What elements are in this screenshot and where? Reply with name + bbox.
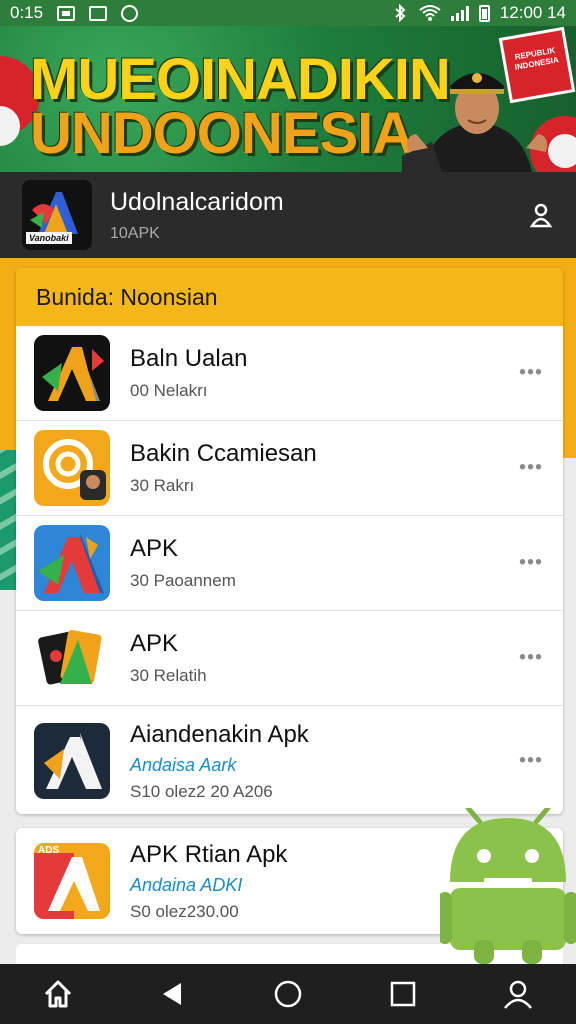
more-options-icon[interactable]: ••• — [519, 750, 543, 773]
card-logo-icon — [34, 620, 110, 696]
item-title: Aiandenakin Apk — [130, 720, 309, 748]
list-item[interactable]: Baln Ualan 00 Nelakrı ••• — [16, 326, 563, 421]
a-logo-icon — [34, 723, 110, 799]
card-header: Bunida: Noonsian — [16, 268, 563, 326]
bluetooth-icon — [395, 4, 406, 22]
item-title: Baln Ualan — [130, 345, 248, 372]
list-item[interactable]: Aiandenakin Apk Andaisa Aark S10 olez2 2… — [16, 706, 563, 814]
screenshot-icon — [89, 5, 108, 21]
item-date: S10 olez2 20 A206 — [130, 781, 273, 801]
navigation-bar — [0, 964, 576, 1024]
banner-title-line2: UNDOONESIA — [30, 101, 414, 166]
app-list-card: Bunida: Noonsian Baln Ualan 00 Nelakrı •… — [16, 268, 563, 814]
notification-icon — [57, 5, 76, 21]
profile-icon — [504, 980, 533, 1009]
item-link[interactable]: Andaisa Aark — [130, 755, 309, 776]
more-options-icon[interactable]: ••• — [519, 362, 543, 385]
wifi-icon — [419, 5, 441, 21]
item-subtitle: 30 Paoannem — [130, 571, 236, 590]
item-date: S0 olez230.00 — [130, 901, 239, 921]
nav-back[interactable] — [153, 974, 193, 1014]
account-icon[interactable] — [528, 202, 554, 228]
ads-logo-icon: ADS — [34, 843, 110, 919]
more-options-icon[interactable]: ••• — [519, 457, 543, 480]
signal-icon — [450, 5, 469, 21]
app-header: Vanobaki Udolnalcaridom 10APK — [0, 172, 576, 258]
ads-badge: ADS — [38, 845, 60, 856]
battery-icon — [478, 4, 490, 22]
back-icon — [162, 983, 181, 1005]
list-item[interactable]: Bakin Ccamiesan 30 Rakrı ••• — [16, 421, 563, 516]
item-title: APK — [130, 535, 179, 562]
item-subtitle: 30 Rakrı — [130, 476, 195, 495]
promo-banner[interactable]: MUEOINADIKIN UNDOONESIA REPUBLIK INDONES… — [0, 26, 576, 172]
status-clock: 12:00 14 — [499, 3, 566, 22]
recents-icon — [390, 981, 416, 1007]
list-item[interactable]: APK 30 Paoannem ••• — [16, 516, 563, 611]
item-subtitle: 00 Nelakrı — [130, 381, 208, 400]
status-bar: 0:15 12:00 14 — [0, 0, 576, 26]
app-logo-tag: Vanobaki — [26, 232, 72, 244]
home-icon — [44, 980, 71, 1008]
orange-disc-icon — [34, 430, 110, 506]
a-logo-icon — [34, 525, 110, 601]
sync-icon — [121, 4, 139, 22]
nav-home-circle[interactable] — [268, 974, 308, 1014]
item-title: APK — [130, 630, 179, 657]
item-title: APK Rtian Apk — [130, 840, 288, 868]
app-name: Udolnalcaridom — [110, 187, 284, 216]
item-link[interactable]: Andaina ADKI — [130, 875, 287, 896]
app-logo[interactable]: Vanobaki — [22, 180, 92, 250]
a-logo-icon — [34, 335, 110, 411]
circle-home-icon — [274, 980, 302, 1008]
white-ball-decoration — [548, 134, 576, 168]
more-options-icon[interactable]: ••• — [519, 647, 543, 670]
nav-profile[interactable] — [498, 974, 538, 1014]
more-options-icon[interactable]: ••• — [519, 552, 543, 575]
nav-recents[interactable] — [383, 974, 423, 1014]
officer-illustration — [402, 73, 547, 172]
item-subtitle: 30 Relatih — [130, 666, 207, 685]
list-item[interactable]: APK 30 Relatih ••• — [16, 611, 563, 706]
nav-home[interactable] — [38, 974, 78, 1014]
item-title: Bakin Ccamiesan — [130, 440, 317, 467]
app-subtitle: 10APK — [110, 224, 160, 242]
status-time: 0:15 — [10, 3, 44, 22]
decor-stripe — [0, 450, 16, 590]
android-mascot-icon — [440, 808, 576, 964]
